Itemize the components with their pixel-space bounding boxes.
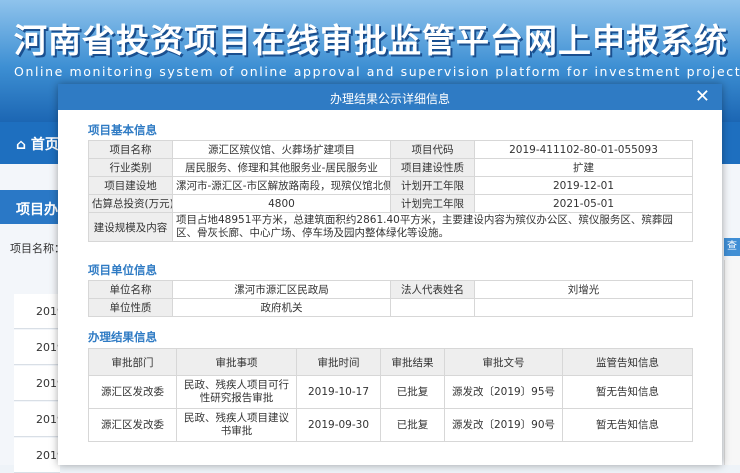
table-row[interactable]: 2019 [14,402,64,437]
project-code-value: 2019-411102-80-01-055093 [474,140,693,159]
nature-label: 项目建设性质 [390,158,475,177]
industry-value: 居民服务、修理和其他服务业-居民服务业 [172,158,391,177]
location-label: 项目建设地 [88,176,173,195]
table-row: 单位性质 政府机关 [88,298,693,317]
table-header-row: 审批部门 审批事项 审批时间 审批结果 审批文号 监管告知信息 [88,348,693,376]
nav-home[interactable]: ⌂ 首页 [16,134,59,154]
unit-name-label: 单位名称 [88,280,173,299]
investment-label: 估算总投资(万元) [88,194,173,213]
header-doc-no: 审批文号 [444,348,563,376]
header-result: 审批结果 [380,348,445,376]
end-label: 计划完工年限 [390,194,475,213]
basic-info-table: 项目名称 源汇区殡仪馆、火葬场扩建项目 项目代码 2019-411102-80-… [88,140,693,242]
modal-header: 办理结果公示详细信息 ✕ [58,84,722,110]
cell-result: 已批复 [380,375,445,409]
table-row: 建设规模及内容 项目占地48951平方米，总建筑面积约2861.40平方米，主要… [88,212,693,242]
scale-value: 项目占地48951平方米，总建筑面积约2861.40平方米，主要建设内容为殡仪办… [172,212,693,242]
result-info-title: 办理结果信息 [88,330,157,344]
header-notice: 监管告知信息 [562,348,693,376]
empty-cell [474,298,693,317]
cell-dept: 源汇区发改委 [88,408,177,442]
table-row: 项目建设地 漯河市-源汇区-市区解放路南段，现殡仪馆北侧 计划开工年限 2019… [88,176,693,195]
cell-result: 已批复 [380,408,445,442]
close-icon[interactable]: ✕ [695,86,710,107]
query-button[interactable]: 查 [724,238,740,256]
cell-doc-no: 源发改〔2019〕95号 [444,375,563,409]
header-date: 审批时间 [296,348,381,376]
empty-cell [390,298,475,317]
cell-date: 2019-09-30 [296,408,381,442]
project-section-header: 项目办理 [0,190,72,224]
table-row[interactable]: 2019 [14,366,64,401]
header-dept: 审批部门 [88,348,177,376]
end-value: 2021-05-01 [474,194,693,213]
investment-value: 4800 [172,194,391,213]
site-title: 河南省投资项目在线审批监管平台网上申报系统 [14,21,728,60]
unit-info-title: 项目单位信息 [88,263,157,277]
table-row[interactable]: 2019 [14,330,64,365]
start-value: 2019-12-01 [474,176,693,195]
scale-label: 建设规模及内容 [88,212,173,242]
header-item: 审批事项 [176,348,297,376]
project-name-label: 项目名称 [88,140,173,159]
table-row: 估算总投资(万元) 4800 计划完工年限 2021-05-01 [88,194,693,213]
project-name-value: 源汇区殡仪馆、火葬场扩建项目 [172,140,391,159]
modal-title: 办理结果公示详细信息 [329,92,450,106]
legal-rep-value: 刘增光 [474,280,693,299]
site-subtitle: Online monitoring system of online appro… [14,64,740,79]
cell-notice: 暂无告知信息 [562,408,693,442]
legal-rep-label: 法人代表姓名 [390,280,475,299]
project-code-label: 项目代码 [390,140,475,159]
table-row[interactable]: 2019 [14,438,64,473]
unit-name-value: 漯河市源汇区民政局 [172,280,391,299]
cell-doc-no: 源发改〔2019〕90号 [444,408,563,442]
cell-item: 民政、残疾人项目可行性研究报告审批 [176,375,297,409]
table-row: 项目名称 源汇区殡仪馆、火葬场扩建项目 项目代码 2019-411102-80-… [88,140,693,159]
basic-info-title: 项目基本信息 [88,123,157,137]
nature-value: 扩建 [474,158,693,177]
unit-nature-value: 政府机关 [172,298,391,317]
project-name-filter-label: 项目名称： [10,242,65,255]
right-strip [724,260,740,465]
cell-notice: 暂无告知信息 [562,375,693,409]
table-row: 源汇区发改委 民政、残疾人项目建议书审批 2019-09-30 已批复 源发改〔… [88,408,693,442]
unit-nature-label: 单位性质 [88,298,173,317]
cell-dept: 源汇区发改委 [88,375,177,409]
location-value: 漯河市-源汇区-市区解放路南段，现殡仪馆北侧 [172,176,391,195]
cell-item: 民政、残疾人项目建议书审批 [176,408,297,442]
table-row: 源汇区发改委 民政、残疾人项目可行性研究报告审批 2019-10-17 已批复 … [88,375,693,409]
table-row: 行业类别 居民服务、修理和其他服务业-居民服务业 项目建设性质 扩建 [88,158,693,177]
start-label: 计划开工年限 [390,176,475,195]
table-row[interactable]: 2019 [14,294,64,329]
modal-body: 项目基本信息 项目名称 源汇区殡仪馆、火葬场扩建项目 项目代码 2019-411… [58,110,722,465]
result-detail-modal: 办理结果公示详细信息 ✕ 项目基本信息 项目名称 源汇区殡仪馆、火葬场扩建项目 … [58,84,722,465]
cell-date: 2019-10-17 [296,375,381,409]
unit-info-table: 单位名称 漯河市源汇区民政局 法人代表姓名 刘增光 单位性质 政府机关 [88,280,693,317]
nav-home-label: 首页 [30,137,59,153]
result-table: 审批部门 审批事项 审批时间 审批结果 审批文号 监管告知信息 源汇区发改委 民… [88,348,693,442]
table-row: 单位名称 漯河市源汇区民政局 法人代表姓名 刘增光 [88,280,693,299]
home-icon: ⌂ [16,137,27,153]
industry-label: 行业类别 [88,158,173,177]
